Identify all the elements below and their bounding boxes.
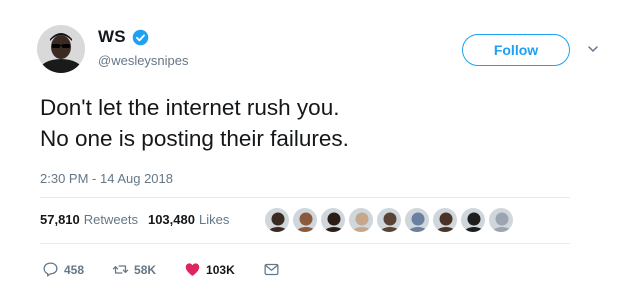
engagement-stats: 57,810 Retweets 103,480 Likes (40, 212, 229, 227)
display-name[interactable]: WS (98, 27, 126, 47)
likes-label[interactable]: Likes (199, 212, 229, 227)
liker-avatar[interactable] (404, 207, 430, 233)
retweet-button[interactable]: 58K (112, 261, 156, 278)
author-name-row: WS (98, 27, 149, 47)
direct-message-button[interactable] (263, 261, 280, 278)
follow-button[interactable]: Follow (462, 34, 570, 66)
verified-badge-icon (132, 29, 149, 46)
liker-avatars (264, 207, 516, 233)
liker-avatar[interactable] (348, 207, 374, 233)
liker-avatar[interactable] (376, 207, 402, 233)
divider (40, 197, 570, 198)
tweet-actions: 458 58K 103K (42, 261, 308, 278)
reply-button[interactable]: 458 (42, 261, 84, 278)
liker-avatar[interactable] (432, 207, 458, 233)
reply-count: 458 (64, 262, 85, 277)
tweet-text-line: Don't let the internet rush you. (40, 95, 340, 120)
chevron-down-icon[interactable] (586, 42, 600, 56)
retweet-icon (112, 261, 129, 278)
retweet-count: 58K (134, 262, 157, 277)
liker-avatar[interactable] (320, 207, 346, 233)
retweets-count[interactable]: 57,810 (40, 212, 80, 227)
like-button[interactable]: 103K (184, 261, 235, 278)
envelope-icon (263, 261, 280, 278)
liker-avatar[interactable] (264, 207, 290, 233)
handle[interactable]: @wesleysnipes (98, 53, 189, 68)
avatar-image (37, 25, 85, 73)
liker-avatar[interactable] (292, 207, 318, 233)
tweet-timestamp[interactable]: 2:30 PM - 14 Aug 2018 (40, 171, 173, 186)
reply-icon (42, 261, 59, 278)
tweet-text-line: No one is posting their failures. (40, 126, 349, 151)
like-count: 103K (206, 262, 235, 277)
heart-icon (184, 261, 201, 278)
avatar[interactable] (37, 25, 85, 73)
likes-count[interactable]: 103,480 (148, 212, 195, 227)
liker-avatar[interactable] (460, 207, 486, 233)
retweets-label[interactable]: Retweets (84, 212, 138, 227)
divider (40, 243, 570, 244)
liker-avatar[interactable] (488, 207, 514, 233)
tweet-text: Don't let the internet rush you. No one … (40, 92, 600, 154)
